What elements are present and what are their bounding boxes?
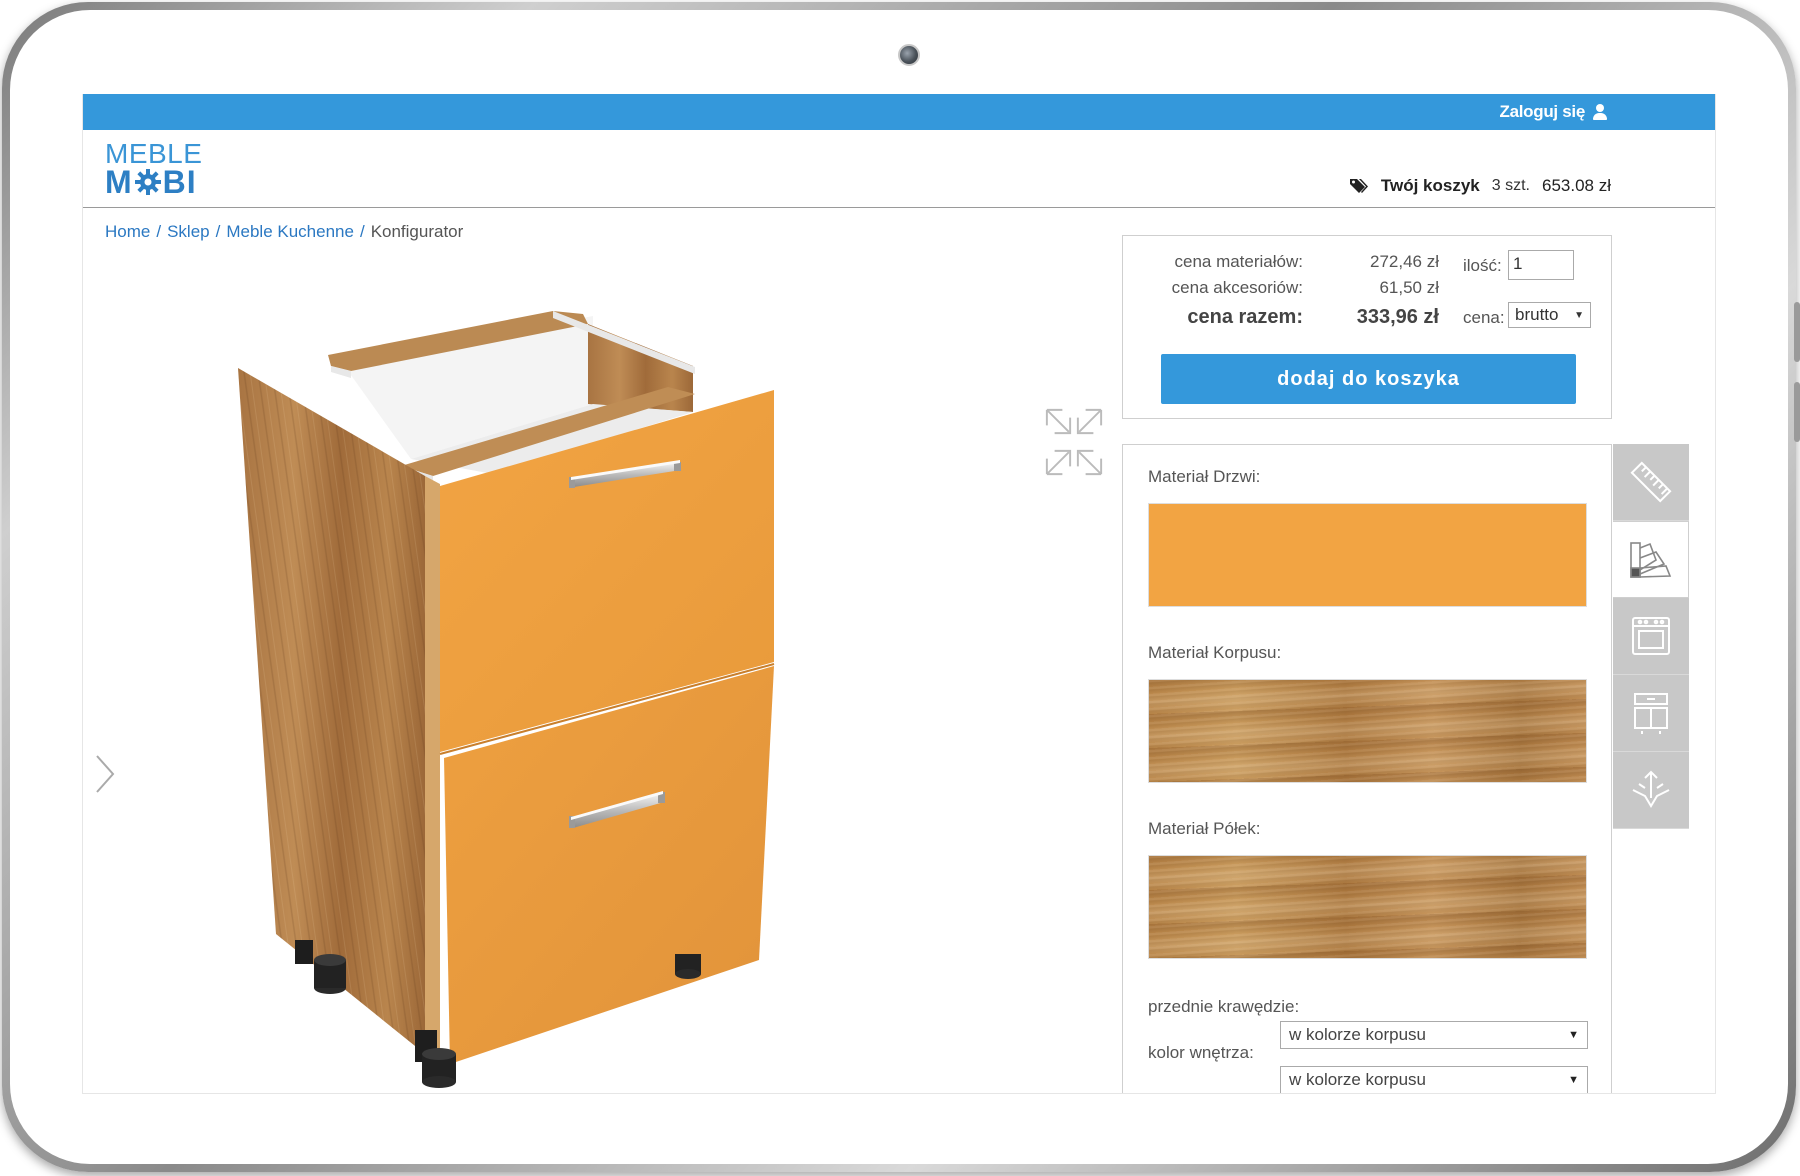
tablet-side-button [1794,382,1800,442]
tags-icon [1349,179,1368,193]
configurator-tabs [1613,444,1689,829]
add-to-cart-button[interactable]: dodaj do koszyka [1161,354,1576,404]
logo-letters-bi: BI [162,164,197,200]
front-edges-label: przednie krawędzie: [1148,997,1300,1016]
breadcrumb-home[interactable]: Home [105,222,150,242]
tab-materials[interactable] [1613,521,1689,598]
front-edges-select[interactable]: w kolorze korpusu ▼ [1280,1021,1588,1049]
breadcrumb-current: Konfigurator [370,222,464,241]
site-header: MEBLE M BI Twój koszyk 3 szt. 653.08 zł [83,130,1715,208]
cart-quantity: 3 szt. [1491,177,1530,194]
gear-icon [134,169,161,195]
rotate-top-left-icon[interactable] [1043,406,1074,437]
product-3d-viewer[interactable] [83,254,1103,1093]
tab-assembly[interactable] [1613,752,1689,829]
chevron-down-icon: ▼ [1568,1074,1579,1086]
breadcrumb: Home / Sklep / Meble Kuchenne / Konfigurato… [105,222,463,242]
body-material-label: Materiał Korpusu: [1148,643,1282,662]
breadcrumb-separator: / [156,222,162,241]
price-type-value: brutto [1515,305,1559,324]
tab-dimensions[interactable] [1613,444,1689,521]
front-edges-value: w kolorze korpusu [1289,1025,1427,1044]
accessories-price-label: cena akcesoriów: [1171,278,1303,297]
breadcrumb-kitchen-furniture[interactable]: Meble Kuchenne [226,222,354,242]
price-box: cena materiałów: 272,46 zł cena akcesori… [1122,235,1612,419]
door-material-swatch[interactable] [1148,503,1587,607]
total-price-label: cena razem: [1187,306,1303,328]
color-palette-icon [1629,541,1671,578]
login-label: Zaloguj się [1499,102,1586,121]
view-controls [1043,406,1105,478]
price-type-select[interactable]: brutto ▼ [1508,302,1591,328]
rotate-top-right-icon[interactable] [1074,406,1105,437]
ruler-icon [1630,461,1672,503]
shelves-material-swatch[interactable] [1148,855,1587,959]
quantity-label: ilość: [1463,256,1502,275]
rotate-bottom-left-icon[interactable] [1043,447,1074,478]
materials-panel: Materiał Drzwi: Materiał Korpusu: Materi… [1122,444,1612,1093]
cart-total: 653.08 zł [1542,176,1611,195]
tab-layout[interactable] [1613,675,1689,752]
top-bar: Zaloguj się [83,94,1715,130]
door-material-label: Materiał Drzwi: [1148,467,1261,486]
rotate-bottom-right-icon[interactable] [1074,447,1105,478]
user-icon [1593,104,1607,120]
interior-color-select[interactable]: w kolorze korpusu ▼ [1280,1066,1588,1093]
interior-color-value: w kolorze korpusu [1289,1070,1427,1089]
cabinet-layout-icon [1634,693,1668,734]
breadcrumb-separator: / [359,222,365,241]
chevron-down-icon: ▼ [1574,309,1584,321]
assembly-icon [1632,770,1670,808]
materials-price-label: cena materiałów: [1174,252,1303,271]
shelves-material-label: Materiał Półek: [1148,819,1261,838]
logo[interactable]: MEBLE M BI [105,140,202,199]
camera-icon [898,44,920,66]
oven-icon [1632,617,1670,655]
login-link[interactable]: Zaloguj się [1499,102,1607,122]
logo-line2: M BI [105,166,202,198]
tab-appliances[interactable] [1613,598,1689,675]
materials-price-value: 272,46 zł [1370,252,1439,271]
web-page: Zaloguj się MEBLE M BI Twój koszyk 3 szt… [82,94,1716,1094]
interior-color-label: kolor wnętrza: [1148,1043,1254,1062]
accessories-price-value: 61,50 zł [1379,278,1439,297]
cabinet-render [238,311,775,1088]
tablet-side-button [1794,302,1800,362]
cart-label: Twój koszyk [1380,176,1480,195]
quantity-input[interactable]: 1 [1508,250,1574,280]
breadcrumb-shop[interactable]: Sklep [167,222,210,242]
total-price-value: 333,96 zł [1356,306,1439,328]
breadcrumb-separator: / [215,222,221,241]
price-type-label: cena: [1463,308,1505,327]
body-material-swatch[interactable] [1148,679,1587,783]
chevron-down-icon: ▼ [1568,1029,1579,1041]
cart-summary[interactable]: Twój koszyk 3 szt. 653.08 zł [1349,176,1611,196]
logo-letter-m: M [105,164,133,200]
